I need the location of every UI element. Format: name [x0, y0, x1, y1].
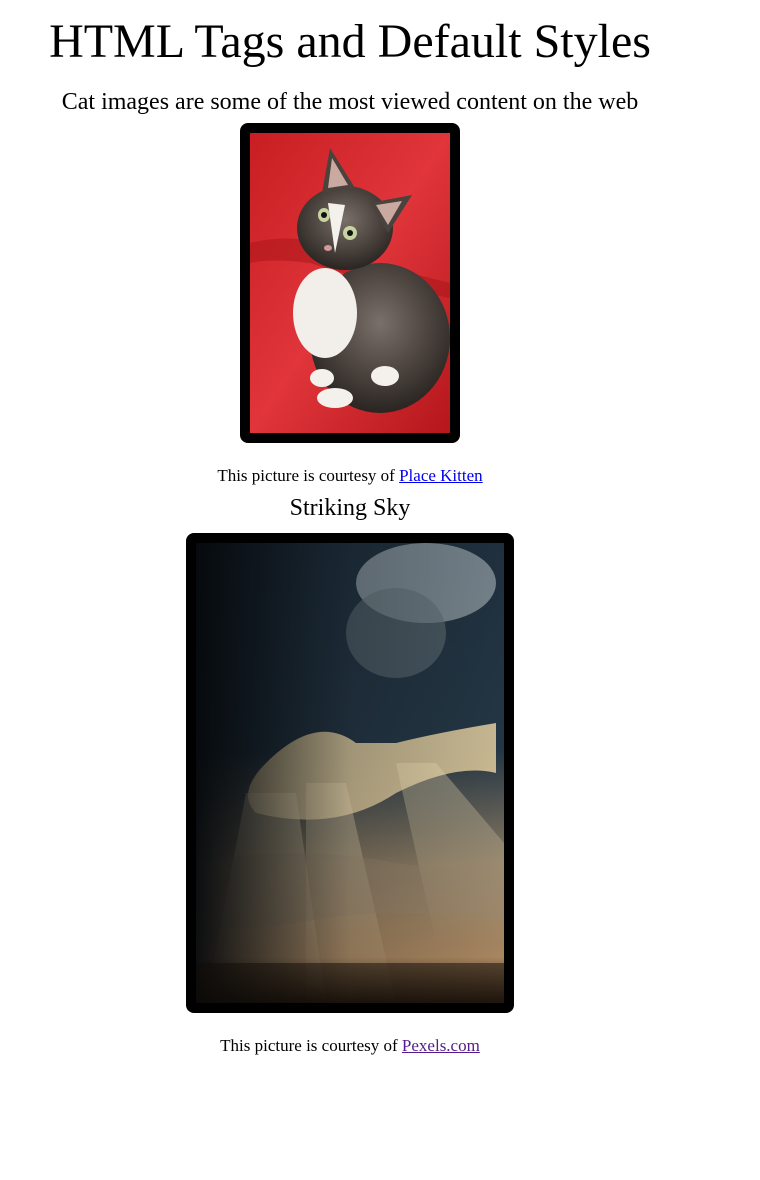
sky-caption-text: This picture is courtesy of — [220, 1036, 398, 1055]
page-content: HTML Tags and Default Styles Cat images … — [0, 0, 700, 1057]
kitten-image — [240, 123, 460, 443]
sky-caption: This picture is courtesy of Pexels.com — [0, 1013, 700, 1057]
page-subtitle: Cat images are some of the most viewed c… — [61, 89, 639, 115]
page-title: HTML Tags and Default Styles — [49, 15, 651, 68]
kitten-caption-text: This picture is courtesy of — [217, 466, 395, 485]
kitten-caption: This picture is courtesy of Place Kitten — [0, 443, 700, 487]
sky-heading: Striking Sky — [289, 495, 411, 521]
sky-image — [186, 533, 514, 1013]
place-kitten-link[interactable]: Place Kitten — [399, 466, 483, 485]
pexels-link[interactable]: Pexels.com — [402, 1036, 480, 1055]
kitten-photo — [250, 133, 450, 433]
sky-photo — [196, 543, 504, 1003]
